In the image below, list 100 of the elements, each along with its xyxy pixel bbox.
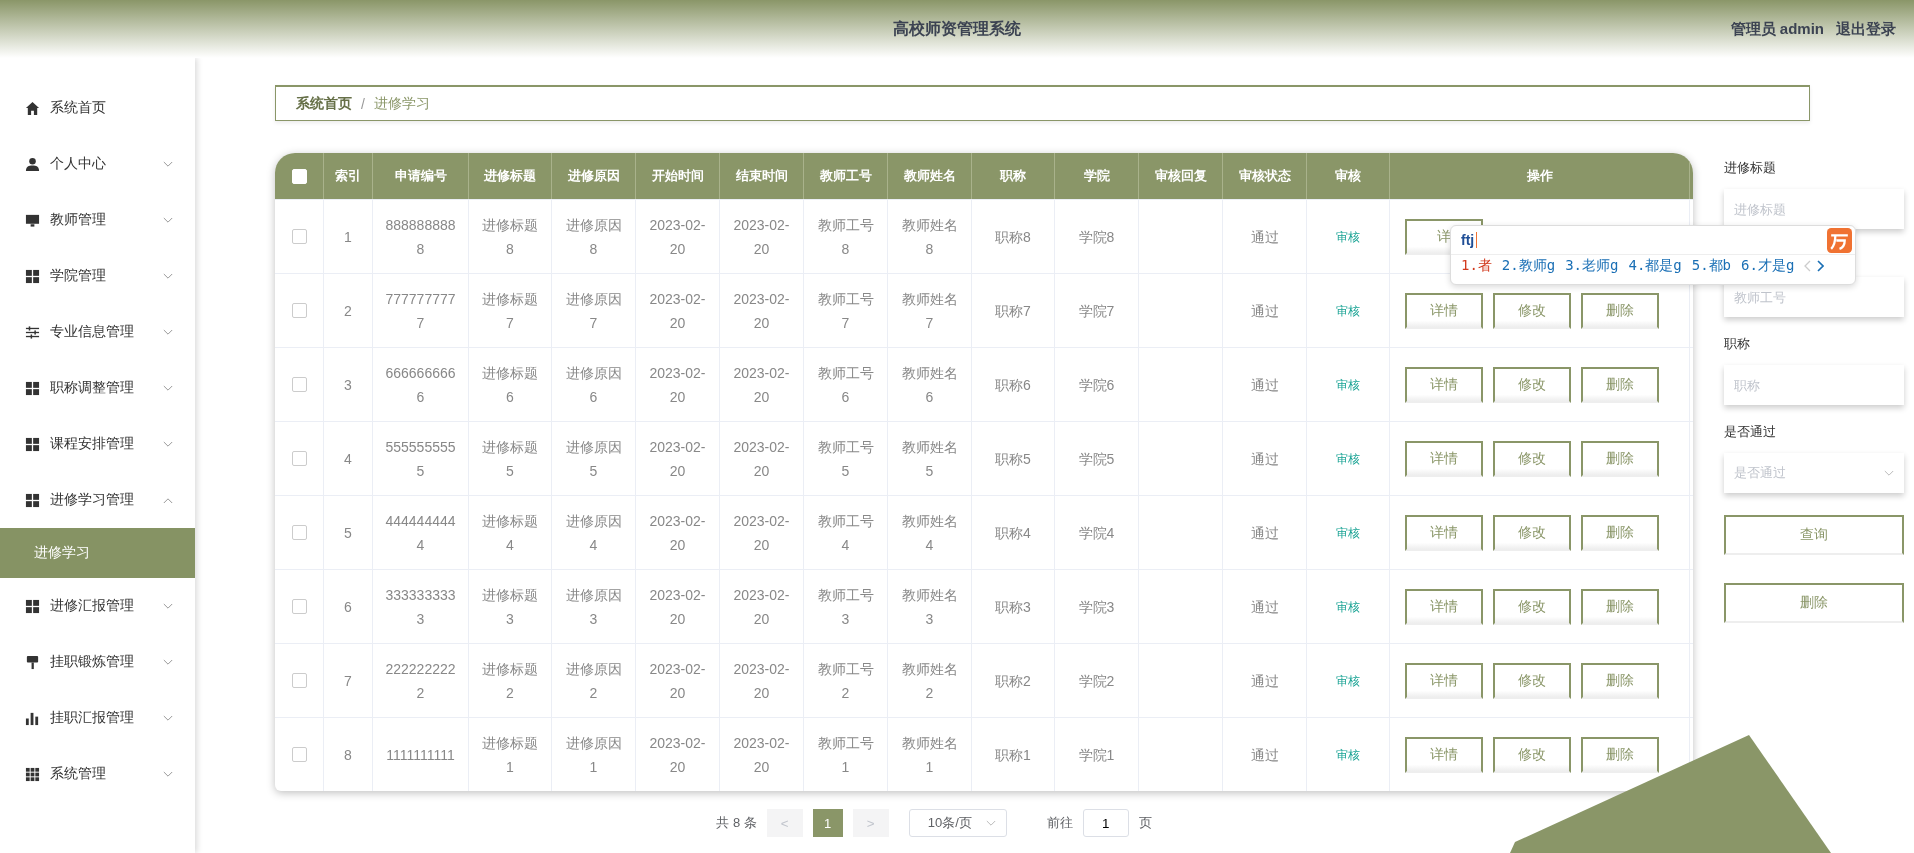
select-field[interactable]: 是否通过 xyxy=(1724,453,1904,493)
page-number[interactable]: 1 xyxy=(812,809,843,837)
delete-button[interactable]: 删除 xyxy=(1724,583,1904,623)
row-checkbox[interactable] xyxy=(291,451,307,466)
menu-item[interactable]: 课程安排管理 xyxy=(0,416,195,472)
table-cell-text: 4 xyxy=(344,449,352,469)
menu-item[interactable]: 职称调整管理 xyxy=(0,360,195,416)
table-cell-text: 进修原因8 xyxy=(564,215,623,259)
submenu-item[interactable]: 进修学习 xyxy=(0,528,195,578)
audit-link[interactable]: 审核 xyxy=(1336,298,1360,323)
row-checkbox[interactable] xyxy=(291,599,307,614)
action-button[interactable]: 详情 xyxy=(1405,736,1483,773)
grid-icon xyxy=(25,380,40,396)
ime-candidate[interactable]: 3.老师g xyxy=(1565,257,1619,275)
action-button[interactable]: 修改 xyxy=(1493,736,1571,773)
action-button[interactable]: 修改 xyxy=(1493,514,1571,551)
table-cell-text: 学院7 xyxy=(1078,301,1115,321)
select-all-checkbox[interactable] xyxy=(291,168,307,184)
menu-item[interactable]: 系统首页 xyxy=(0,80,195,136)
table-cell-text: 职称1 xyxy=(995,745,1031,765)
total-count: 共 8 条 xyxy=(716,814,757,832)
action-button[interactable]: 删除 xyxy=(1581,366,1659,403)
table-cell-text: 进修原因5 xyxy=(564,437,623,481)
table-cell-text: 2023-02-20 xyxy=(648,511,707,555)
table-cell-text: 教师姓名2 xyxy=(900,659,959,703)
action-button[interactable]: 详情 xyxy=(1405,292,1483,329)
menu-item[interactable]: 进修汇报管理 xyxy=(0,578,195,634)
table-cell-text: 教师姓名1 xyxy=(900,733,959,777)
app-title: 高校师资管理系统 xyxy=(893,18,1021,39)
column-header: 教师姓名 xyxy=(903,167,956,185)
column-header: 审核 xyxy=(1335,167,1361,185)
table-cell-text: 学院2 xyxy=(1078,671,1115,691)
audit-link[interactable]: 审核 xyxy=(1336,668,1360,693)
search-button[interactable]: 查询 xyxy=(1724,515,1904,555)
table-cell-text: 8888888888 xyxy=(385,215,456,259)
action-button[interactable]: 详情 xyxy=(1405,662,1483,699)
menu-item[interactable]: 个人中心 xyxy=(0,136,195,192)
page-input[interactable]: 1 xyxy=(1082,809,1129,837)
action-button[interactable]: 修改 xyxy=(1493,662,1571,699)
audit-link[interactable]: 审核 xyxy=(1336,742,1360,767)
menu-item[interactable]: 进修学习管理 xyxy=(0,472,195,528)
menu-item[interactable]: 挂职锻炼管理 xyxy=(0,634,195,690)
table-cell-text: 进修原因3 xyxy=(564,585,623,629)
menu-item[interactable]: 专业信息管理 xyxy=(0,304,195,360)
row-checkbox[interactable] xyxy=(291,747,307,762)
action-button[interactable]: 修改 xyxy=(1493,440,1571,477)
action-button[interactable]: 修改 xyxy=(1493,292,1571,329)
column-header: 教师工号 xyxy=(819,167,872,185)
column-header: 操作 xyxy=(1526,167,1553,185)
audit-link[interactable]: 审核 xyxy=(1336,520,1360,545)
action-button[interactable]: 详情 xyxy=(1405,440,1483,477)
table-cell-text: 3333333333 xyxy=(385,585,456,629)
table-cell-text: 2023-02-20 xyxy=(732,363,791,407)
action-button[interactable]: 删除 xyxy=(1581,514,1659,551)
table-cell-text: 进修标题1 xyxy=(481,733,539,777)
action-button[interactable]: 修改 xyxy=(1493,588,1571,625)
chevron-icon xyxy=(163,160,173,168)
table-cell-text: 进修标题4 xyxy=(481,511,539,555)
row-checkbox[interactable] xyxy=(291,525,307,540)
input-field[interactable]: 职称 xyxy=(1724,365,1904,405)
action-button[interactable]: 详情 xyxy=(1405,588,1483,625)
action-button[interactable]: 删除 xyxy=(1581,588,1659,625)
audit-link[interactable]: 审核 xyxy=(1336,224,1360,249)
action-button[interactable]: 修改 xyxy=(1493,366,1571,403)
row-checkbox[interactable] xyxy=(291,303,307,318)
row-checkbox[interactable] xyxy=(291,673,307,688)
ime-candidate[interactable]: 2.教师g xyxy=(1501,257,1556,275)
page-size-select[interactable]: 10条/页 xyxy=(908,809,1007,837)
menu-item[interactable]: 教师管理 xyxy=(0,192,195,248)
filter-label: 是否通过 xyxy=(1724,423,1777,441)
action-button[interactable]: 删除 xyxy=(1581,292,1659,329)
column-header: 审核回复 xyxy=(1154,167,1207,185)
action-button[interactable]: 删除 xyxy=(1581,440,1659,477)
row-checkbox[interactable] xyxy=(291,229,307,244)
table-cell-text: 6 xyxy=(344,597,352,617)
ime-candidate[interactable]: 4.都是g xyxy=(1628,257,1682,275)
menu-item[interactable]: 系统管理 xyxy=(0,746,195,802)
audit-link[interactable]: 审核 xyxy=(1336,446,1360,471)
ime-candidate[interactable]: 5.都b xyxy=(1691,257,1732,275)
action-button[interactable]: 详情 xyxy=(1405,514,1483,551)
menu-item[interactable]: 学院管理 xyxy=(0,248,195,304)
audit-link[interactable]: 审核 xyxy=(1336,594,1360,619)
grid-icon xyxy=(25,492,40,508)
ime-candidate[interactable]: 1.者 xyxy=(1461,257,1492,275)
input-field[interactable]: 进修标题 xyxy=(1724,189,1904,229)
user-icon xyxy=(25,156,40,172)
chevron-icon xyxy=(163,272,173,280)
row-checkbox[interactable] xyxy=(291,377,307,392)
action-button[interactable]: 删除 xyxy=(1581,736,1659,773)
action-button[interactable]: 详情 xyxy=(1405,366,1483,403)
table-cell-text: 教师工号4 xyxy=(816,511,875,555)
logout-link[interactable]: 退出登录 xyxy=(1836,20,1896,39)
ime-candidate[interactable]: 6.才是g xyxy=(1741,257,1795,275)
table-cell-text: 进修标题3 xyxy=(481,585,539,629)
table-cell-text: 职称8 xyxy=(995,227,1031,247)
table-cell-text: 2023-02-20 xyxy=(648,289,707,333)
audit-link[interactable]: 审核 xyxy=(1336,372,1360,397)
breadcrumb-item[interactable]: 系统首页 xyxy=(296,94,352,113)
action-button[interactable]: 删除 xyxy=(1581,662,1659,699)
menu-item[interactable]: 挂职汇报管理 xyxy=(0,690,195,746)
